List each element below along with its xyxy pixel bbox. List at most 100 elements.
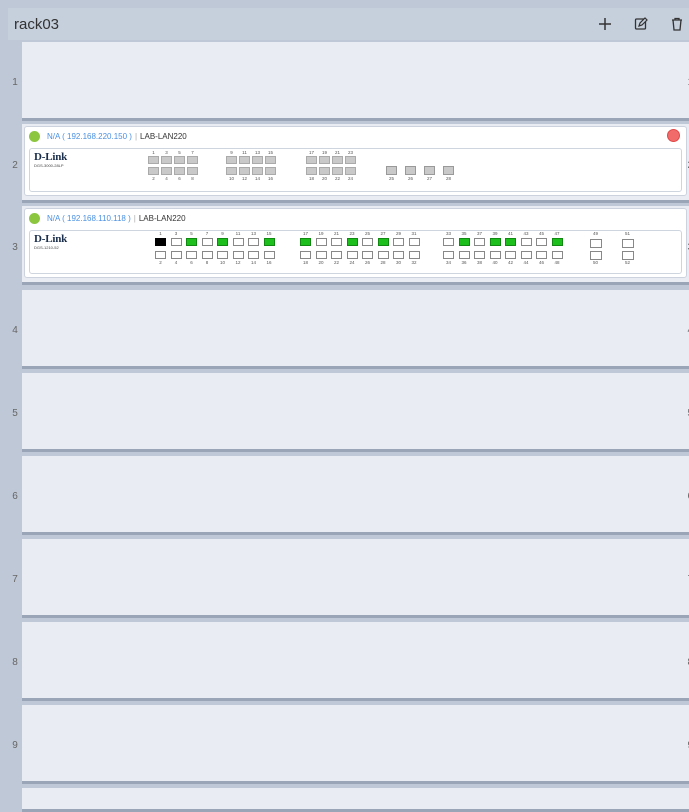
switch-port[interactable] (265, 156, 276, 164)
switch-port[interactable] (520, 251, 532, 259)
port-label: 10 (219, 260, 225, 265)
rack-slot[interactable] (22, 456, 689, 535)
switch-port[interactable] (315, 251, 327, 259)
switch-port[interactable] (252, 156, 263, 164)
switch-port[interactable] (300, 251, 311, 259)
switch-port[interactable] (505, 251, 516, 259)
switch-port[interactable] (174, 167, 185, 175)
switch-port[interactable] (536, 238, 547, 246)
switch-port[interactable] (248, 251, 259, 259)
switch-port[interactable] (443, 238, 454, 246)
switch-port[interactable] (405, 166, 416, 175)
switch-port[interactable] (226, 167, 237, 175)
switch-port[interactable] (489, 238, 501, 246)
switch-port[interactable] (505, 238, 516, 246)
switch-port[interactable] (346, 238, 358, 246)
switch-port[interactable] (345, 167, 356, 175)
device-ip[interactable]: N/A ( 192.168.110.118 ) (47, 214, 131, 223)
switch-port[interactable] (201, 251, 213, 259)
switch-port[interactable] (186, 251, 197, 259)
switch-port[interactable] (174, 156, 185, 164)
switch-port[interactable] (187, 167, 198, 175)
rack-slot[interactable] (22, 290, 689, 369)
switch-port[interactable] (590, 251, 602, 260)
switch-port[interactable] (161, 167, 172, 175)
switch-port[interactable] (148, 167, 159, 175)
switch-port[interactable] (345, 156, 356, 164)
switch-port[interactable] (536, 251, 547, 259)
switch-port[interactable] (458, 251, 470, 259)
switch-port[interactable] (186, 238, 197, 246)
switch-port[interactable] (232, 238, 244, 246)
switch-port[interactable] (232, 251, 244, 259)
switch-port[interactable] (408, 251, 420, 259)
rack-slot[interactable]: N/A ( 192.168.110.118 ) | LAB-LAN220 D-L… (22, 206, 689, 285)
switch-port[interactable] (393, 251, 404, 259)
switch-device[interactable]: N/A ( 192.168.110.118 ) | LAB-LAN220 D-L… (24, 208, 687, 278)
rack-slot[interactable] (22, 622, 689, 701)
port-label: 43 (523, 231, 529, 236)
switch-port[interactable] (187, 156, 198, 164)
switch-port[interactable] (263, 238, 275, 246)
switch-port[interactable] (148, 156, 159, 164)
switch-port[interactable] (217, 251, 228, 259)
switch-port[interactable] (408, 238, 420, 246)
switch-port[interactable] (622, 239, 634, 248)
switch-port[interactable] (217, 238, 228, 246)
switch-port[interactable] (161, 156, 172, 164)
switch-port[interactable] (362, 238, 373, 246)
switch-port[interactable] (265, 167, 276, 175)
switch-port[interactable] (319, 167, 330, 175)
switch-port[interactable] (263, 251, 275, 259)
rack-slot[interactable] (22, 42, 689, 121)
switch-port[interactable] (362, 251, 373, 259)
switch-port[interactable] (443, 166, 454, 175)
switch-port[interactable] (155, 238, 166, 246)
switch-port[interactable] (386, 166, 397, 175)
switch-port[interactable] (226, 156, 237, 164)
switch-port[interactable] (474, 251, 485, 259)
switch-port[interactable] (248, 238, 259, 246)
switch-port[interactable] (332, 167, 343, 175)
alert-icon[interactable] (667, 129, 680, 142)
switch-port[interactable] (332, 156, 343, 164)
switch-port[interactable] (201, 238, 213, 246)
plus-icon[interactable] (593, 12, 617, 36)
switch-port[interactable] (377, 251, 389, 259)
rack-slot[interactable] (22, 539, 689, 618)
switch-port[interactable] (170, 238, 182, 246)
switch-port[interactable] (315, 238, 327, 246)
switch-port[interactable] (520, 238, 532, 246)
switch-port[interactable] (489, 251, 501, 259)
switch-port[interactable] (300, 238, 311, 246)
rack-slot[interactable] (22, 788, 689, 812)
switch-port[interactable] (346, 251, 358, 259)
trash-icon[interactable] (665, 12, 689, 36)
switch-port[interactable] (239, 156, 250, 164)
switch-port[interactable] (551, 251, 563, 259)
switch-port[interactable] (622, 251, 634, 260)
rack-slot[interactable]: N/A ( 192.168.220.150 ) | LAB-LAN220 D-L… (22, 124, 689, 203)
switch-port[interactable] (443, 251, 454, 259)
switch-port[interactable] (306, 167, 317, 175)
switch-port[interactable] (239, 167, 250, 175)
switch-port[interactable] (424, 166, 435, 175)
switch-port[interactable] (393, 238, 404, 246)
switch-port[interactable] (306, 156, 317, 164)
switch-port[interactable] (319, 156, 330, 164)
switch-port[interactable] (551, 238, 563, 246)
edit-icon[interactable] (629, 12, 653, 36)
switch-port[interactable] (458, 238, 470, 246)
switch-port[interactable] (170, 251, 182, 259)
switch-device[interactable]: N/A ( 192.168.220.150 ) | LAB-LAN220 D-L… (24, 126, 687, 196)
rack-slot[interactable] (22, 373, 689, 452)
device-ip[interactable]: N/A ( 192.168.220.150 ) (47, 132, 132, 141)
switch-port[interactable] (331, 238, 342, 246)
switch-port[interactable] (377, 238, 389, 246)
switch-port[interactable] (474, 238, 485, 246)
switch-port[interactable] (590, 239, 602, 248)
switch-port[interactable] (252, 167, 263, 175)
rack-slot[interactable] (22, 705, 689, 784)
switch-port[interactable] (155, 251, 166, 259)
switch-port[interactable] (331, 251, 342, 259)
